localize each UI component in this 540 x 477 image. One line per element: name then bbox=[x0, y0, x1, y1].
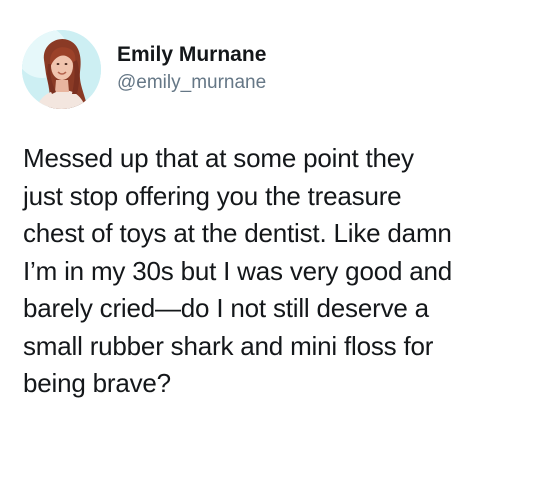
tweet-text-line: I’m in my 30s but I was very good and bbox=[23, 255, 453, 286]
tweet-text: Messed up that at some point they just s… bbox=[23, 140, 523, 403]
tweet-text-line: being brave? bbox=[23, 368, 171, 398]
tweet-header: Emily Murnane @emily_murnane bbox=[22, 28, 266, 110]
tweet-text-line: Messed up that at some point they bbox=[23, 143, 414, 173]
author-names: Emily Murnane @emily_murnane bbox=[117, 42, 266, 96]
tweet-card: Emily Murnane @emily_murnane Messed up t… bbox=[0, 0, 540, 477]
tweet-text-line: barely cried—do I not still deserve a bbox=[23, 293, 429, 323]
tweet-text-line: chest of toys at the dentist. Like damn bbox=[23, 218, 452, 248]
tweet-text-line: just stop offering you the treasure bbox=[23, 180, 402, 211]
avatar-photo-icon bbox=[22, 29, 101, 109]
author-display-name[interactable]: Emily Murnane bbox=[117, 42, 266, 68]
avatar[interactable] bbox=[22, 29, 101, 109]
author-handle[interactable]: @emily_murnane bbox=[117, 70, 266, 96]
tweet-text-line: small rubber shark and mini floss for bbox=[23, 330, 434, 361]
